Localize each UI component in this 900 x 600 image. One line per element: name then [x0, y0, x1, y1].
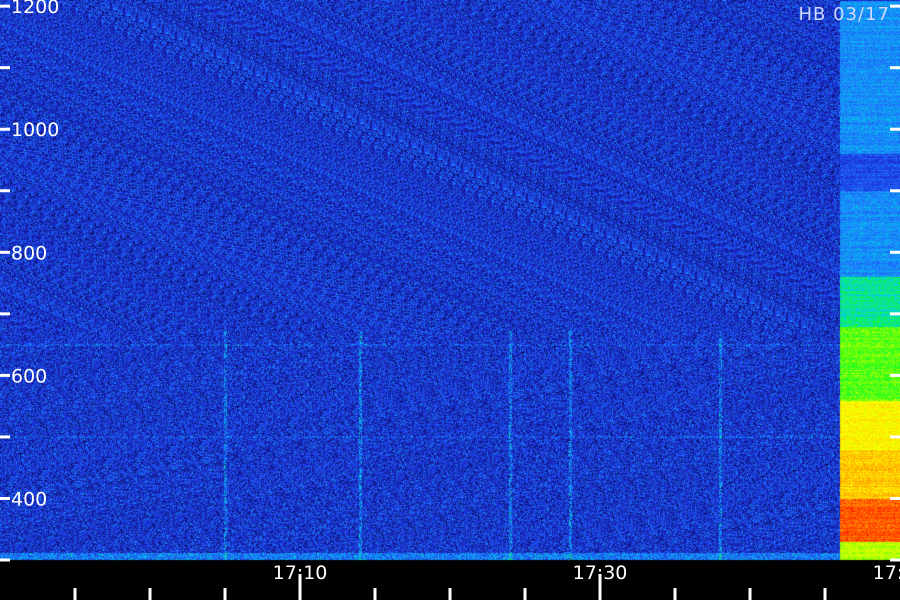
x-tick-label: 17:50: [873, 562, 900, 584]
x-axis: 17:10 17:30 17:50: [73, 562, 900, 600]
y-axis: 400 600 800 1000 1200: [0, 0, 900, 562]
y-tick-label: 600: [11, 365, 47, 387]
y-tick-label: 400: [11, 488, 47, 510]
y-tick-label: 1000: [11, 119, 59, 141]
plot-axes: 400 600 800 1000 1200 17:10 17:30 17:50: [0, 0, 900, 600]
station-date-label: HB 03/17: [798, 4, 890, 25]
x-tick-label: 17:30: [573, 562, 628, 584]
y-tick-label: 800: [11, 242, 47, 264]
y-tick-label: 1200: [11, 0, 59, 18]
x-tick-label: 17:10: [273, 562, 328, 584]
